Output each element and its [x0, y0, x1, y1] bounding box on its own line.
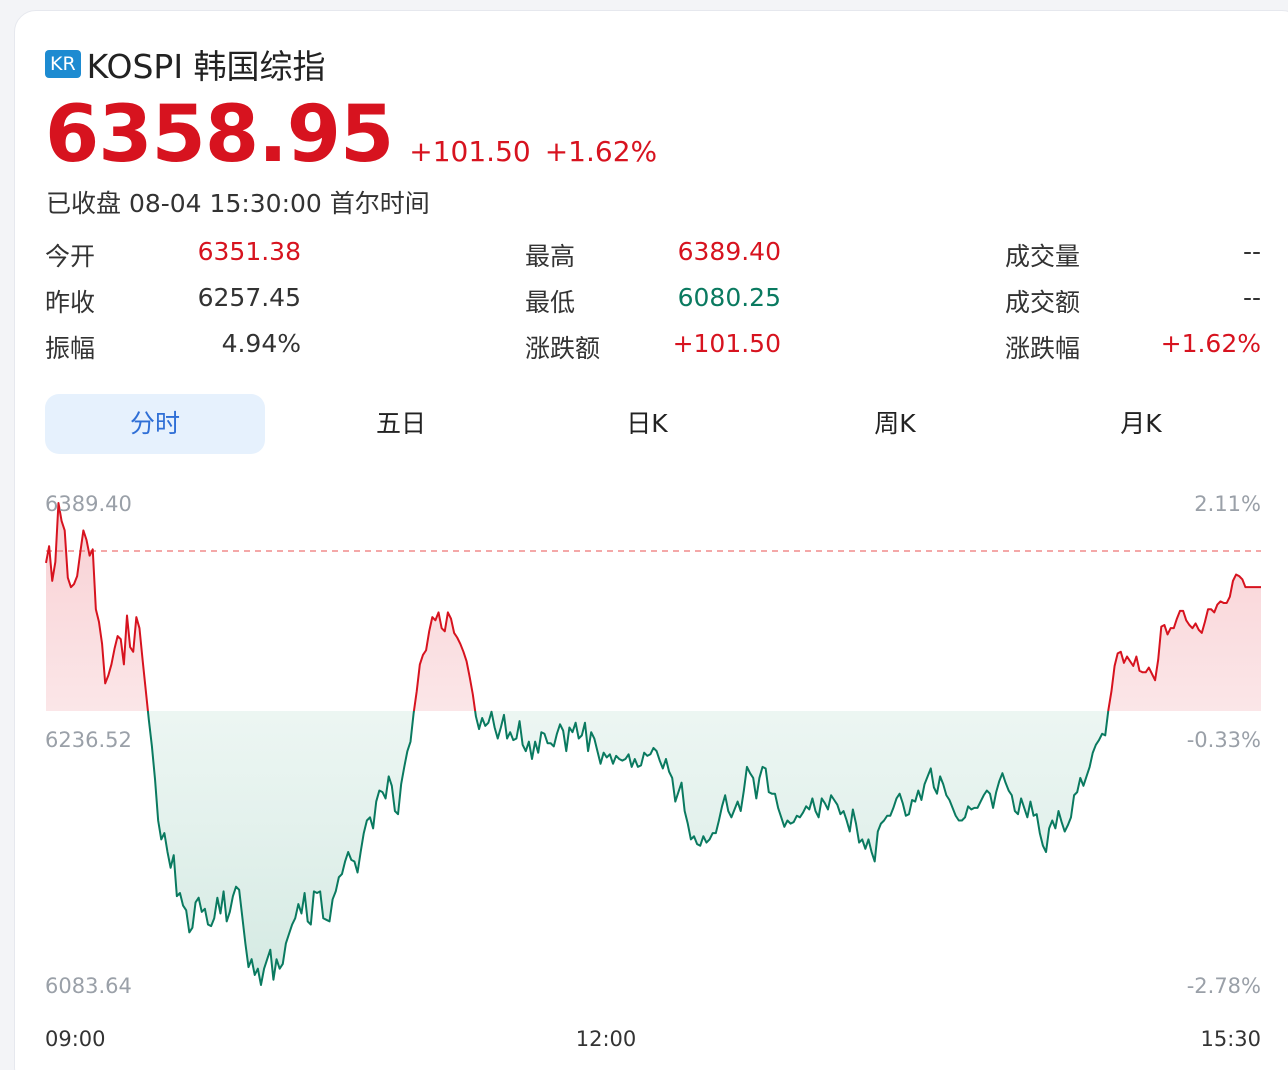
last-price: 6358.95 — [45, 90, 394, 180]
price-change-pct: +1.62% — [544, 135, 658, 168]
stat-label: 振幅 — [45, 334, 96, 363]
tab-1[interactable]: 五日 — [291, 394, 511, 454]
stat-label: 最高 — [525, 242, 576, 271]
stat-row: 昨收 6257.45 最低 6080.25 成交额 -- — [45, 278, 1261, 324]
stat-item: 今开 6351.38 — [45, 237, 301, 273]
tab-3[interactable]: 周K — [785, 394, 1005, 454]
stat-label: 涨跌幅 — [1005, 334, 1081, 363]
stat-label: 最低 — [525, 288, 576, 317]
x-tick: 12:00 — [576, 1027, 637, 1051]
stat-label: 成交额 — [1005, 288, 1081, 317]
stat-value: 6257.45 — [197, 283, 301, 312]
market-badge: KR — [45, 50, 81, 78]
price-row: 6358.95 +101.50 +1.62% — [45, 90, 657, 180]
tab-0[interactable]: 分时 — [45, 394, 265, 454]
stat-label: 涨跌额 — [525, 334, 601, 363]
market-status: 已收盘 08-04 15:30:00 首尔时间 — [46, 189, 430, 218]
chart-period-tabs: 分时 五日 日K 周K 月K — [45, 394, 1261, 454]
stat-row: 今开 6351.38 最高 6389.40 成交量 -- — [45, 232, 1261, 278]
stat-label: 昨收 — [45, 288, 96, 317]
x-tick: 09:00 — [45, 1027, 106, 1051]
stat-value: 4.94% — [221, 329, 301, 358]
y-tick-left: 6083.64 — [45, 974, 132, 998]
stats-grid: 今开 6351.38 最高 6389.40 成交量 -- 昨收 6257.45 最低 6080.2… — [45, 232, 1261, 370]
stat-value: +101.50 — [672, 329, 781, 358]
intraday-chart: 6389.40 6236.52 6083.64 2.11% -0.33% -2.78% 09… — [0, 470, 1288, 1070]
y-tick-right: 2.11% — [1194, 492, 1261, 516]
y-tick-left: 6389.40 — [45, 492, 132, 516]
header: KR KOSPI 韩国综指 — [45, 40, 326, 88]
stat-value: -- — [1242, 283, 1261, 312]
stat-item: 涨跌幅 +1.62% — [1005, 329, 1261, 365]
y-tick-left: 6236.52 — [45, 728, 132, 752]
tab-4[interactable]: 月K — [1031, 394, 1251, 454]
stat-value: 6351.38 — [197, 237, 301, 266]
stat-item: 最高 6389.40 — [525, 237, 781, 273]
price-change: +101.50 — [409, 135, 531, 168]
stat-value: -- — [1242, 237, 1261, 266]
stat-item: 振幅 4.94% — [45, 329, 301, 365]
intraday-chart-svg: 6389.40 6236.52 6083.64 2.11% -0.33% -2.78% 09… — [45, 492, 1261, 1051]
stat-label: 成交量 — [1005, 242, 1081, 271]
area-below-prev-close — [46, 711, 1261, 985]
stat-value: 6389.40 — [677, 237, 781, 266]
y-tick-right: -0.33% — [1187, 728, 1261, 752]
x-tick: 15:30 — [1200, 1027, 1261, 1051]
y-tick-right: -2.78% — [1187, 974, 1261, 998]
stat-item: 涨跌额 +101.50 — [525, 329, 781, 365]
stat-row: 振幅 4.94% 涨跌额 +101.50 涨跌幅 +1.62% — [45, 324, 1261, 370]
stat-value: +1.62% — [1160, 329, 1261, 358]
stat-value: 6080.25 — [677, 283, 781, 312]
stat-item: 成交量 -- — [1005, 237, 1261, 273]
index-title: KOSPI 韩国综指 — [86, 47, 326, 86]
stat-label: 今开 — [45, 242, 96, 271]
stat-item: 最低 6080.25 — [525, 283, 781, 319]
stat-item: 成交额 -- — [1005, 283, 1261, 319]
stat-item: 昨收 6257.45 — [45, 283, 301, 319]
tab-2[interactable]: 日K — [537, 394, 757, 454]
